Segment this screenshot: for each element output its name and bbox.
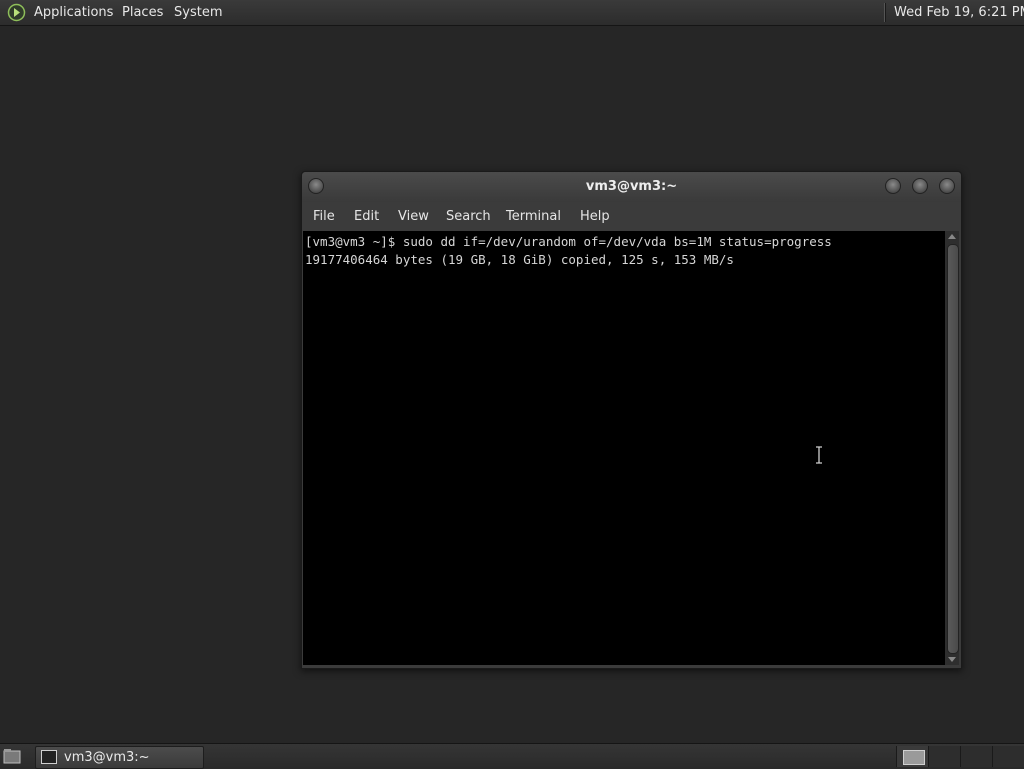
clock[interactable]: Wed Feb 19, 6:21 PM bbox=[894, 4, 1024, 21]
menu-search[interactable]: Search bbox=[446, 209, 491, 225]
scroll-down-arrow-icon[interactable] bbox=[948, 657, 956, 662]
workspace-3[interactable] bbox=[960, 746, 992, 767]
show-desktop-icon[interactable] bbox=[3, 748, 21, 764]
window-titlebar[interactable]: vm3@vm3:~ bbox=[302, 172, 961, 202]
menu-view[interactable]: View bbox=[398, 209, 429, 225]
workspace-1[interactable] bbox=[896, 746, 928, 767]
terminal-menubar: File Edit View Search Terminal Help bbox=[302, 202, 961, 231]
bottom-panel: vm3@vm3:~ bbox=[0, 743, 1024, 769]
scrollbar-thumb[interactable] bbox=[947, 244, 959, 654]
places-menu[interactable]: Places bbox=[122, 4, 163, 21]
terminal-line: 19177406464 bytes (19 GB, 18 GiB) copied… bbox=[305, 252, 734, 267]
distro-logo-icon[interactable] bbox=[7, 3, 26, 22]
workspace-switcher[interactable] bbox=[896, 746, 1024, 767]
terminal-line: [vm3@vm3 ~]$ sudo dd if=/dev/urandom of=… bbox=[305, 234, 832, 249]
window-title: vm3@vm3:~ bbox=[585, 179, 678, 194]
ibeam-cursor-icon bbox=[816, 446, 822, 464]
terminal-output[interactable]: [vm3@vm3 ~]$ sudo dd if=/dev/urandom of=… bbox=[303, 231, 945, 665]
menu-file[interactable]: File bbox=[313, 209, 335, 225]
menu-help[interactable]: Help bbox=[580, 209, 610, 225]
maximize-button[interactable] bbox=[912, 178, 928, 194]
minimize-button[interactable] bbox=[885, 178, 901, 194]
workspace-4[interactable] bbox=[992, 746, 1024, 767]
taskbar-button-terminal[interactable]: vm3@vm3:~ bbox=[35, 746, 204, 769]
system-menu[interactable]: System bbox=[174, 4, 222, 21]
menu-terminal[interactable]: Terminal bbox=[506, 209, 561, 225]
terminal-icon bbox=[41, 750, 57, 764]
panel-separator bbox=[884, 3, 885, 22]
workspace-2[interactable] bbox=[928, 746, 960, 767]
menu-edit[interactable]: Edit bbox=[354, 209, 379, 225]
applications-menu[interactable]: Applications bbox=[34, 4, 113, 21]
workspace-window-thumbnail bbox=[903, 750, 925, 765]
top-panel: Applications Places System Wed Feb 19, 6… bbox=[0, 0, 1024, 26]
vertical-scrollbar[interactable] bbox=[945, 231, 959, 665]
scroll-up-arrow-icon[interactable] bbox=[948, 234, 956, 239]
task-label: vm3@vm3:~ bbox=[64, 750, 150, 765]
terminal-window: vm3@vm3:~ File Edit View Search Terminal… bbox=[301, 171, 962, 669]
close-button[interactable] bbox=[939, 178, 955, 194]
